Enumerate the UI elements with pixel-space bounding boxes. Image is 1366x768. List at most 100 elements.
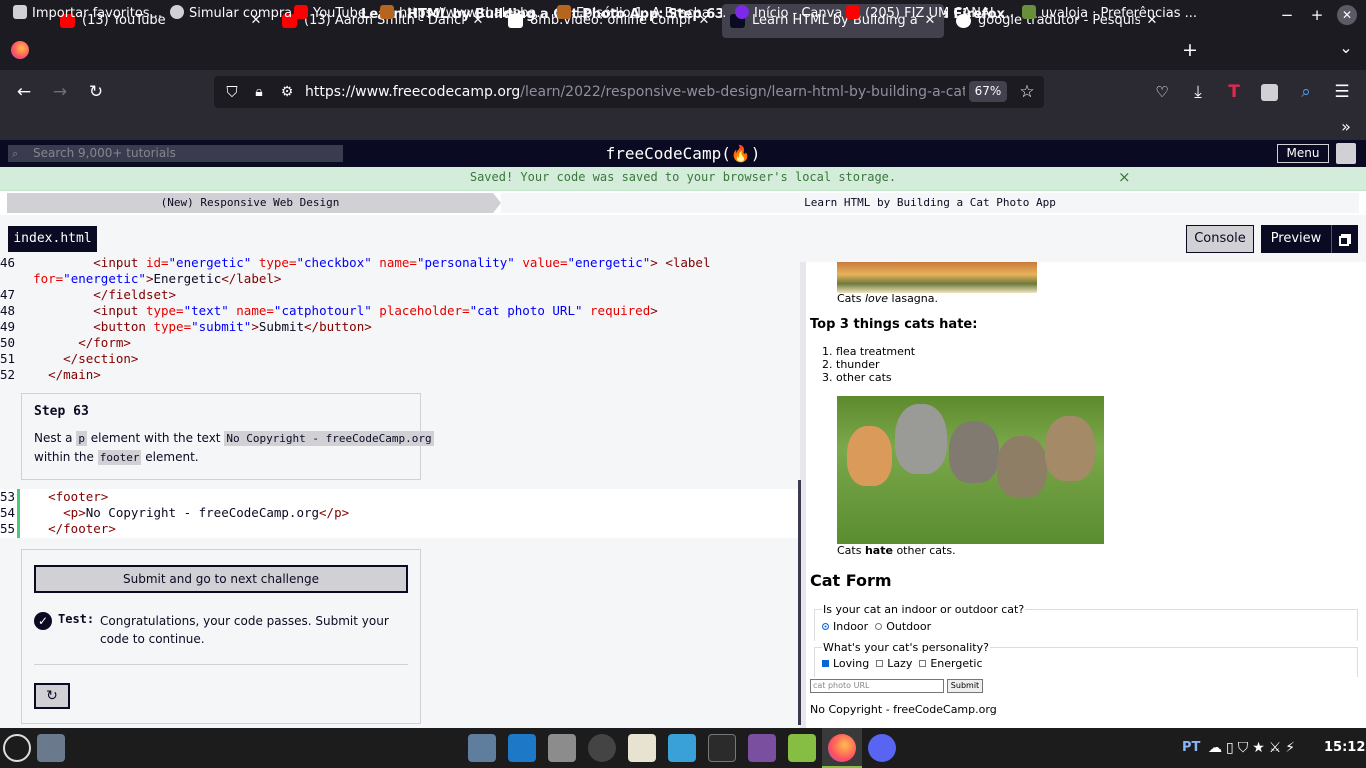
- line-number: 47: [0, 287, 16, 302]
- menu-button[interactable]: Menu: [1277, 144, 1329, 163]
- code-line[interactable]: 53 <footer>: [0, 489, 108, 505]
- close-window-button[interactable]: ✕: [1337, 5, 1357, 25]
- bookmark-item[interactable]: uvaloja · Preferências ...: [1022, 0, 1197, 27]
- code-token: </main>: [48, 367, 101, 382]
- tray-icons[interactable]: ☁▯⛉★⚔⚡: [1208, 728, 1299, 768]
- show-desktop-icon[interactable]: [37, 734, 65, 762]
- start-menu-icon[interactable]: [3, 734, 31, 762]
- flash-close-button[interactable]: ×: [1118, 167, 1134, 188]
- radio-indoor[interactable]: [822, 623, 829, 630]
- keyboard-layout[interactable]: PT: [1182, 728, 1200, 768]
- text-editor-icon[interactable]: [628, 734, 656, 762]
- globe-icon: [170, 5, 184, 19]
- zoom-badge[interactable]: 67%: [969, 81, 1007, 102]
- discord-icon[interactable]: [868, 734, 896, 762]
- lock-icon[interactable]: 🔒︎: [248, 81, 270, 103]
- scrollbar[interactable]: [798, 480, 801, 725]
- import-icon: [13, 5, 27, 19]
- new-tab-button[interactable]: +: [1180, 39, 1200, 61]
- submit-next-button[interactable]: Submit and go to next challenge: [34, 565, 408, 593]
- line-number: 48: [0, 303, 16, 318]
- firefox-menu-icon[interactable]: [11, 41, 29, 59]
- bookmark-label: Simular compra: [189, 6, 293, 21]
- permissions-icon[interactable]: ⚙: [276, 81, 298, 103]
- bookmark-item[interactable]: Importar favoritos...: [13, 0, 162, 27]
- radio-outdoor[interactable]: [875, 623, 883, 630]
- camera-icon[interactable]: [588, 734, 616, 762]
- code-token: </fieldset>: [93, 287, 177, 302]
- line-number: 53: [0, 489, 16, 504]
- breadcrumb-challenge[interactable]: Learn HTML by Building a Cat Photo App: [501, 193, 1359, 213]
- checkbox-label: Lazy: [887, 657, 913, 670]
- code-line[interactable]: 46 <input id="energetic" type="checkbox"…: [0, 255, 710, 271]
- url-text[interactable]: https://www.freecodecamp.org/learn/2022/…: [305, 76, 965, 108]
- console-button[interactable]: Console: [1186, 225, 1254, 253]
- code-line[interactable]: 54 <p>No Copyright - freeCodeCamp.org</p…: [0, 505, 349, 521]
- tab-list-button[interactable]: ⌄: [1336, 39, 1356, 61]
- clock[interactable]: 15:12: [1324, 728, 1365, 768]
- back-icon[interactable]: ←: [13, 81, 35, 103]
- extension-t-icon[interactable]: T: [1223, 81, 1245, 103]
- code-line[interactable]: 47 </fieldset>: [0, 287, 176, 303]
- reset-icon[interactable]: ↻: [34, 683, 70, 709]
- pocket-icon[interactable]: ♡: [1151, 81, 1173, 103]
- popout-preview-icon[interactable]: [1331, 225, 1358, 253]
- extension-image-icon[interactable]: [1261, 84, 1278, 101]
- minimize-button[interactable]: −: [1277, 5, 1297, 25]
- desc-code: p: [76, 431, 87, 446]
- hamburger-menu-icon[interactable]: ☰: [1331, 81, 1353, 103]
- files-icon[interactable]: [468, 734, 496, 762]
- bookmark-star-icon[interactable]: ☆: [1016, 81, 1038, 103]
- bookmark-label: https://www.thalesba...: [399, 6, 549, 21]
- bookmark-item[interactable]: Simular compra: [170, 0, 292, 27]
- preview-button[interactable]: Preview: [1261, 225, 1331, 253]
- checkbox-label: Energetic: [930, 657, 983, 670]
- bookmark-item[interactable]: (205) FIZ UM CANAL ...: [846, 0, 1014, 27]
- avatar[interactable]: [1336, 143, 1356, 164]
- terminal-icon[interactable]: [708, 734, 736, 762]
- video-icon[interactable]: [748, 734, 776, 762]
- code-line[interactable]: 52 </main>: [0, 367, 101, 383]
- shield-icon[interactable]: ⛉: [221, 81, 243, 103]
- code-token: </p>: [319, 505, 350, 520]
- code-line[interactable]: 49 <button type="submit">Submit</button>: [0, 319, 372, 335]
- extension-search-icon[interactable]: ⌕: [1295, 81, 1317, 103]
- reload-icon[interactable]: ↻: [85, 81, 107, 103]
- caption-text: Cats: [837, 292, 865, 305]
- file-tab-index-html[interactable]: index.html: [8, 226, 97, 252]
- checkbox-loving[interactable]: [822, 660, 829, 667]
- bookmark-item[interactable]: https://www.thalesba...: [380, 0, 549, 27]
- code-line[interactable]: for="energetic">Energetic</label>: [0, 271, 281, 287]
- software-manager-icon[interactable]: [788, 734, 816, 762]
- forward-icon[interactable]: →: [49, 81, 71, 103]
- firefox-taskbar-icon[interactable]: [828, 734, 856, 762]
- code-line[interactable]: 51 </section>: [0, 351, 138, 367]
- checkbox-lazy[interactable]: [876, 660, 884, 667]
- downloads-icon[interactable]: ⤓: [1187, 81, 1209, 103]
- breadcrumb-section[interactable]: (New) Responsive Web Design: [7, 193, 493, 213]
- caption-text: Cats: [837, 544, 865, 557]
- bookmark-item[interactable]: Episódio 1: A Brecha ...: [557, 0, 726, 27]
- code-line[interactable]: 50 </form>: [0, 335, 131, 351]
- maximize-button[interactable]: +: [1307, 5, 1327, 25]
- code-line[interactable]: 48 <input type="text" name="catphotourl"…: [0, 303, 658, 319]
- desc-text: element with the text: [86, 431, 225, 445]
- code-line[interactable]: 55 </footer>: [0, 521, 116, 537]
- desc-text: within the: [34, 450, 98, 464]
- list-text: thunder: [836, 358, 880, 371]
- checkbox-energetic[interactable]: [919, 660, 927, 667]
- cat-photo-url-input[interactable]: cat photo URL: [810, 679, 944, 693]
- preview-submit-button[interactable]: Submit: [947, 679, 983, 693]
- wps-icon[interactable]: [668, 734, 696, 762]
- vscode-icon[interactable]: [508, 734, 536, 762]
- bookmark-item[interactable]: YouTube: [294, 0, 366, 27]
- fcc-logo[interactable]: freeCodeCamp(🔥): [583, 140, 783, 167]
- bookmark-item[interactable]: Início - Canva: [735, 0, 842, 27]
- legend-indoor-outdoor: Is your cat an indoor or outdoor cat?: [822, 603, 1026, 616]
- bookmarks-overflow-icon[interactable]: »: [1336, 113, 1356, 140]
- calculator-icon[interactable]: [548, 734, 576, 762]
